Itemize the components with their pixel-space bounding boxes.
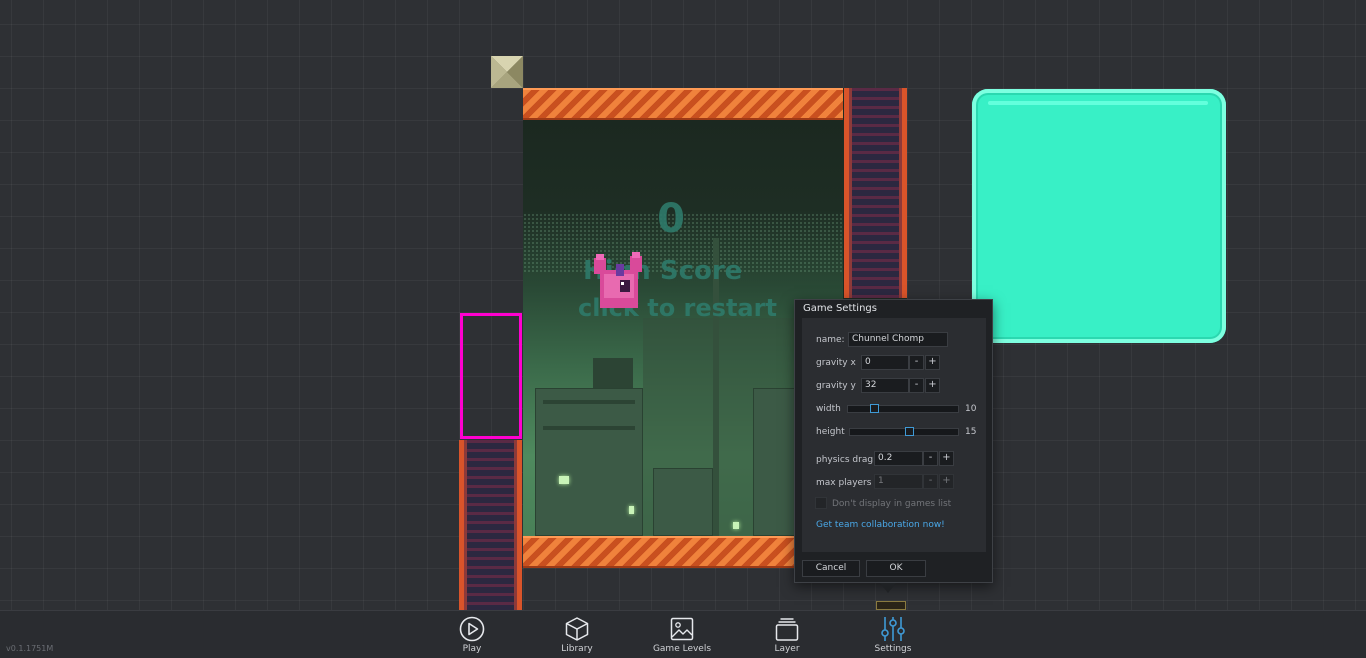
cube-icon	[565, 617, 589, 641]
version-label: v0.1.1751M	[6, 644, 54, 653]
layer-button[interactable]: Layer	[752, 613, 822, 657]
physics-drag-decrement[interactable]: -	[923, 451, 938, 466]
height-value: 15	[965, 427, 977, 437]
max-players-increment[interactable]: +	[939, 474, 954, 489]
name-input[interactable]: Chunnel Chomp	[848, 332, 948, 347]
dont-display-checkbox[interactable]	[815, 497, 827, 509]
gravity-x-label: gravity x	[816, 358, 856, 368]
score-display: 0	[657, 196, 685, 242]
height-slider-handle[interactable]	[904, 427, 914, 436]
player-sprite[interactable]	[590, 250, 648, 312]
dialog-body: name: Chunnel Chomp gravity x 0 - + grav…	[802, 318, 986, 552]
game-settings-dialog: Game Settings name: Chunnel Chomp gravit…	[794, 299, 993, 583]
lava-column-left[interactable]	[459, 440, 522, 610]
building-trim	[543, 400, 635, 404]
width-slider-handle[interactable]	[869, 404, 879, 413]
teal-block[interactable]	[972, 89, 1226, 343]
team-collaboration-link[interactable]: Get team collaboration now!	[816, 520, 945, 530]
play-icon	[459, 616, 485, 642]
gravity-y-label: gravity y	[816, 381, 856, 391]
dialog-title: Game Settings	[803, 303, 877, 314]
gravity-x-input[interactable]: 0	[861, 355, 909, 370]
layers-icon	[775, 618, 799, 641]
gravity-y-input[interactable]: 32	[861, 378, 909, 393]
settings-button[interactable]: Settings	[858, 613, 928, 657]
bottom-toolbar: Play Library Game Levels Layer Settings	[0, 610, 1366, 658]
library-button[interactable]: Library	[542, 613, 612, 657]
building-trim	[543, 426, 635, 430]
width-slider[interactable]	[847, 405, 959, 413]
dont-display-label: Don't display in games list	[832, 499, 952, 509]
gravity-x-decrement[interactable]: -	[909, 355, 924, 370]
window	[733, 522, 739, 529]
gravity-x-increment[interactable]: +	[925, 355, 940, 370]
physics-drag-increment[interactable]: +	[939, 451, 954, 466]
game-levels-label: Game Levels	[652, 644, 712, 654]
width-label: width	[816, 404, 841, 414]
max-players-label: max players	[816, 478, 872, 488]
small-sprite[interactable]	[876, 601, 906, 610]
top-platform	[523, 88, 843, 120]
ok-button[interactable]: OK	[866, 560, 926, 577]
height-label: height	[816, 427, 845, 437]
name-label: name:	[816, 335, 845, 345]
image-icon	[670, 617, 694, 641]
play-button[interactable]: Play	[437, 613, 507, 657]
building-left	[535, 388, 643, 536]
gravity-y-decrement[interactable]: -	[909, 378, 924, 393]
library-label: Library	[561, 644, 593, 654]
cancel-button[interactable]: Cancel	[802, 560, 860, 577]
max-players-decrement[interactable]: -	[923, 474, 938, 489]
sliders-icon	[881, 617, 905, 641]
play-label: Play	[462, 644, 482, 654]
width-value: 10	[965, 404, 977, 414]
physics-drag-input[interactable]: 0.2	[874, 451, 923, 466]
max-players-input[interactable]: 1	[874, 474, 923, 489]
selection-box[interactable]	[460, 313, 522, 439]
settings-label: Settings	[874, 644, 912, 654]
window	[629, 506, 634, 514]
anchor-block[interactable]	[491, 56, 523, 88]
dialog-pointer	[880, 583, 896, 593]
layer-label: Layer	[774, 644, 800, 654]
lava-column-right	[844, 88, 907, 298]
window	[559, 476, 569, 484]
game-levels-button[interactable]: Game Levels	[647, 613, 717, 657]
physics-drag-label: physics drag	[816, 455, 874, 465]
gravity-y-increment[interactable]: +	[925, 378, 940, 393]
building-mid	[653, 468, 713, 536]
